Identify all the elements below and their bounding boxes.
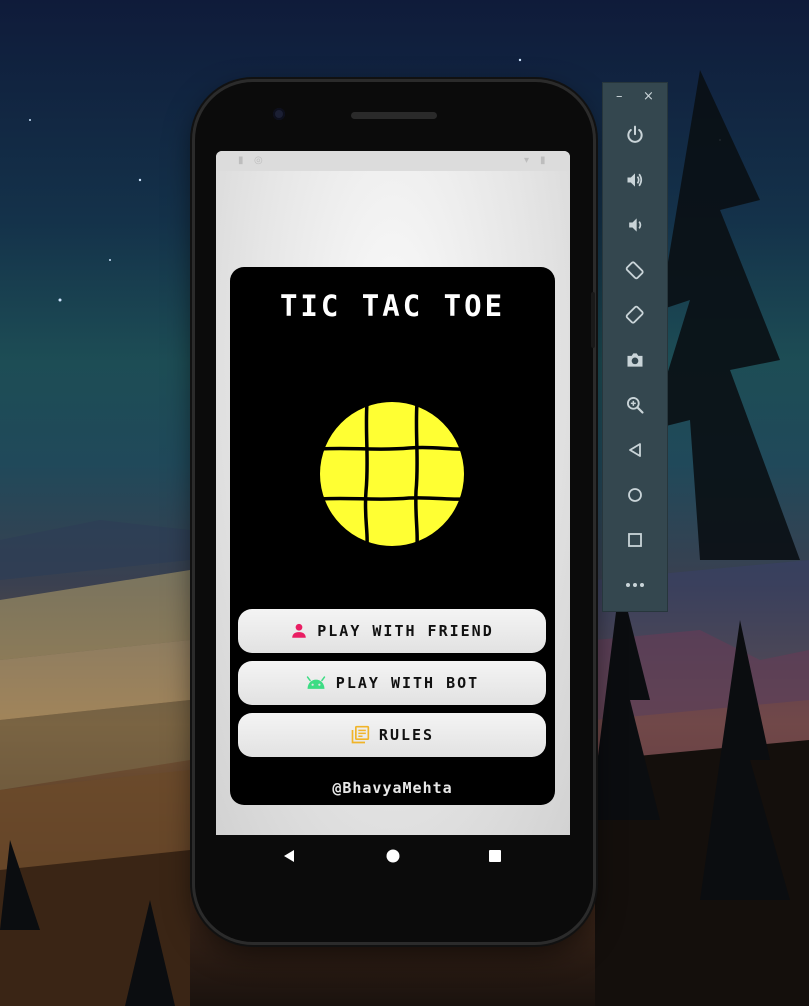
library-books-icon	[351, 725, 370, 744]
back-icon	[629, 443, 641, 457]
menu-card: TIC TAC TOE PLAY WITH FRIEND PLAY WITH B…	[230, 267, 555, 805]
more-button[interactable]	[620, 570, 650, 600]
power-side-button	[591, 292, 595, 348]
power-button[interactable]	[620, 120, 650, 150]
screenshot-icon	[627, 353, 643, 367]
person-icon	[292, 623, 306, 638]
status-icon-left: ▮	[238, 155, 244, 166]
android-icon	[306, 676, 326, 689]
rotate-left-icon	[625, 261, 644, 280]
phone-screen: ▮ ◎ ▾ ▮ TIC TAC TOE PLAY WITH FRIEND PLA…	[216, 151, 570, 835]
rules-label: RULES	[378, 726, 435, 744]
logo-circle	[320, 402, 464, 546]
volume-up-button[interactable]	[620, 165, 650, 195]
home-icon	[628, 488, 642, 502]
front-camera	[273, 108, 285, 120]
more-icon	[626, 583, 644, 587]
rotate-right-icon	[625, 305, 644, 324]
volume-up-icon	[627, 173, 643, 187]
status-bar: ▮ ◎ ▾ ▮	[216, 151, 570, 171]
play-with-friend-button[interactable]: PLAY WITH FRIEND	[238, 609, 546, 653]
power-icon	[627, 125, 643, 143]
status-icon-left-2: ◎	[254, 155, 263, 166]
volume-down-button[interactable]	[620, 210, 650, 240]
android-nav-bar	[216, 835, 570, 879]
minimize-button[interactable]: –	[616, 89, 623, 104]
volume-down-icon	[629, 218, 642, 232]
recents-icon[interactable]	[488, 849, 502, 863]
rules-button[interactable]: RULES	[238, 713, 546, 757]
grid-logo-icon	[319, 401, 465, 547]
play-with-bot-label: PLAY WITH BOT	[335, 674, 480, 692]
overview-button[interactable]	[620, 525, 650, 555]
developer-handle: @BhavyaMehta	[332, 779, 453, 797]
rotate-left-button[interactable]	[620, 255, 650, 285]
screenshot-button[interactable]	[620, 345, 650, 375]
play-with-friend-label: PLAY WITH FRIEND	[317, 622, 494, 640]
wifi-icon: ▾	[524, 155, 530, 166]
tic-tac-toe-logo	[319, 401, 465, 547]
close-button[interactable]: ×	[643, 89, 654, 104]
app-title: TIC TAC TOE	[279, 289, 506, 323]
rotate-right-button[interactable]	[620, 300, 650, 330]
earpiece-speaker	[351, 112, 437, 119]
home-icon[interactable]	[386, 849, 400, 863]
phone-frame: ▮ ◎ ▾ ▮ TIC TAC TOE PLAY WITH FRIEND PLA…	[195, 82, 595, 942]
zoom-icon	[627, 397, 644, 414]
overview-icon	[628, 533, 642, 547]
home-button[interactable]	[620, 480, 650, 510]
battery-icon: ▮	[540, 155, 546, 166]
zoom-button[interactable]	[620, 390, 650, 420]
back-button[interactable]	[620, 435, 650, 465]
emulator-toolbar: – ×	[602, 82, 668, 612]
play-with-bot-button[interactable]: PLAY WITH BOT	[238, 661, 546, 705]
back-icon[interactable]	[282, 849, 296, 863]
